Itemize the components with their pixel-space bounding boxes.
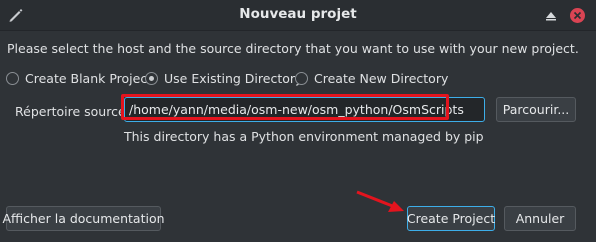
cancel-button[interactable]: Annuler xyxy=(504,206,576,231)
source-directory-input[interactable]: /home/yann/media/osm-new/osm_python/OsmS… xyxy=(124,97,485,122)
source-directory-label: Répertoire source xyxy=(15,104,126,119)
radio-label: Create Blank Project xyxy=(25,70,153,86)
radio-label: Create New Directory xyxy=(314,70,449,86)
title-bar: Nouveau projet xyxy=(0,0,596,31)
radio-indicator-selected xyxy=(145,71,158,85)
radio-label: Use Existing Directory xyxy=(164,70,303,86)
radio-use-existing-directory[interactable]: Use Existing Directory xyxy=(145,69,302,87)
close-icon xyxy=(573,11,582,20)
radio-create-blank-project[interactable]: Create Blank Project xyxy=(6,69,152,87)
intro-text: Please select the host and the source di… xyxy=(7,41,579,56)
triangle-up-icon[interactable] xyxy=(543,7,559,23)
show-documentation-button[interactable]: Afficher la documentation xyxy=(3,206,165,231)
environment-note: This directory has a Python environment … xyxy=(124,129,484,144)
annotation-arrow-icon xyxy=(356,190,404,212)
radio-indicator xyxy=(6,71,19,85)
create-project-button[interactable]: Create Project xyxy=(407,206,495,231)
browse-button[interactable]: Parcourir... xyxy=(496,97,576,122)
radio-create-new-directory[interactable]: Create New Directory xyxy=(295,69,448,87)
radio-indicator xyxy=(295,71,308,85)
window-title: Nouveau projet xyxy=(239,6,357,22)
close-button[interactable] xyxy=(570,8,585,23)
